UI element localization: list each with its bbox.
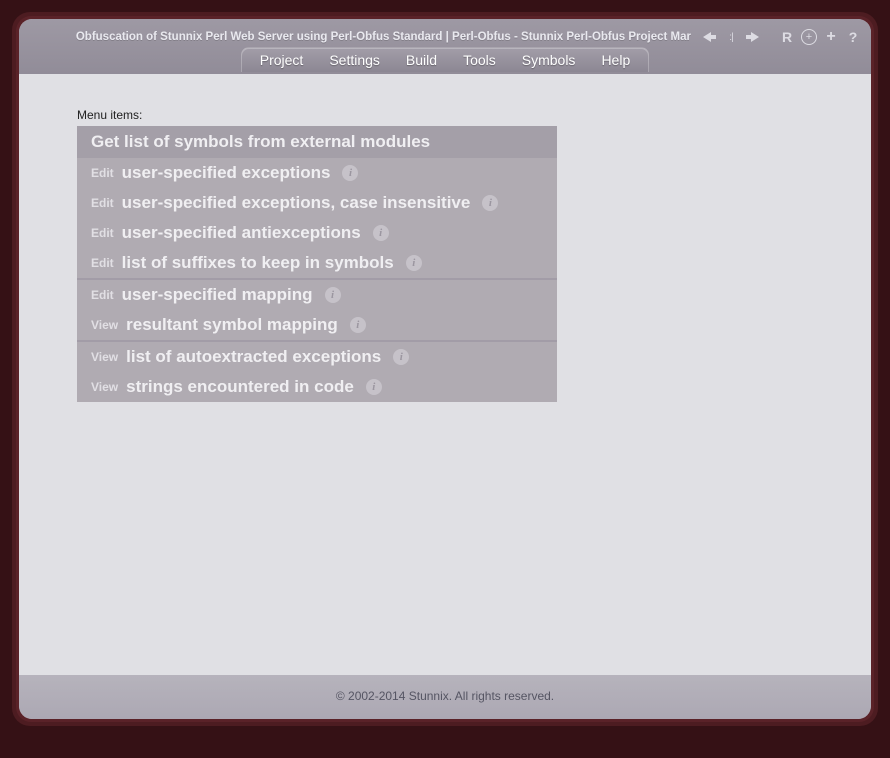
info-icon[interactable]: i <box>373 225 389 241</box>
item-edit-exceptions[interactable]: Edit user-specified exceptions i <box>77 158 557 188</box>
prefix: View <box>91 380 118 394</box>
info-icon[interactable]: i <box>366 379 382 395</box>
menu-build[interactable]: Build <box>406 52 437 68</box>
footer-text: © 2002-2014 Stunnix. All rights reserved… <box>336 689 554 703</box>
item-view-autoextracted[interactable]: View list of autoextracted exceptions i <box>77 342 557 372</box>
prefix: Edit <box>91 256 114 270</box>
prefix: Edit <box>91 288 114 302</box>
prefix: View <box>91 350 118 364</box>
menubar: Project Settings Build Tools Symbols Hel… <box>29 47 861 72</box>
menu-help[interactable]: Help <box>601 52 630 68</box>
prefix: Edit <box>91 166 114 180</box>
header-get-symbols[interactable]: Get list of symbols from external module… <box>77 126 557 158</box>
item-view-strings[interactable]: View strings encountered in code i <box>77 372 557 402</box>
info-icon[interactable]: i <box>342 165 358 181</box>
menu-project[interactable]: Project <box>260 52 304 68</box>
section-label: Menu items: <box>77 108 871 122</box>
page-title: Obfuscation of Stunnix Perl Web Server u… <box>76 31 691 43</box>
window-mid-frame: Obfuscation of Stunnix Perl Web Server u… <box>16 16 874 722</box>
info-icon[interactable]: i <box>350 317 366 333</box>
prefix: View <box>91 318 118 332</box>
item-label: user-specified antiexceptions <box>122 223 361 243</box>
window-outer-frame: Obfuscation of Stunnix Perl Web Server u… <box>12 12 878 726</box>
prefix: Edit <box>91 226 114 240</box>
prefix: Edit <box>91 196 114 210</box>
info-icon[interactable]: i <box>482 195 498 211</box>
history-icon[interactable]: :| <box>723 29 739 45</box>
help-icon[interactable]: ? <box>845 29 861 45</box>
info-icon[interactable]: i <box>393 349 409 365</box>
menu-symbols[interactable]: Symbols <box>522 52 576 68</box>
item-label: user-specified exceptions, case insensit… <box>122 193 471 213</box>
item-edit-suffixes[interactable]: Edit list of suffixes to keep in symbols… <box>77 248 557 278</box>
item-edit-mapping[interactable]: Edit user-specified mapping i <box>77 280 557 310</box>
menubar-inner: Project Settings Build Tools Symbols Hel… <box>241 47 649 72</box>
header-label: Get list of symbols from external module… <box>91 132 430 151</box>
item-edit-exceptions-ci[interactable]: Edit user-specified exceptions, case ins… <box>77 188 557 218</box>
title-row: Obfuscation of Stunnix Perl Web Server u… <box>29 25 861 47</box>
content-area: Menu items: Get list of symbols from ext… <box>19 74 871 675</box>
app-window: Obfuscation of Stunnix Perl Web Server u… <box>19 19 871 719</box>
menu-tools[interactable]: Tools <box>463 52 496 68</box>
item-view-resultant-mapping[interactable]: View resultant symbol mapping i <box>77 310 557 340</box>
menu-settings[interactable]: Settings <box>329 52 380 68</box>
info-icon[interactable]: i <box>406 255 422 271</box>
item-edit-antiexceptions[interactable]: Edit user-specified antiexceptions i <box>77 218 557 248</box>
menu-items-box: Get list of symbols from external module… <box>77 126 557 402</box>
reload-icon[interactable]: R <box>779 29 795 45</box>
item-label: user-specified exceptions <box>122 163 331 183</box>
item-label: strings encountered in code <box>126 377 354 397</box>
header-bar: Obfuscation of Stunnix Perl Web Server u… <box>19 19 871 74</box>
info-icon[interactable]: i <box>325 287 341 303</box>
item-label: resultant symbol mapping <box>126 315 338 335</box>
add-icon[interactable]: + <box>823 29 839 45</box>
back-arrow-icon[interactable] <box>701 29 717 45</box>
zoom-in-icon[interactable]: + <box>801 29 817 45</box>
footer: © 2002-2014 Stunnix. All rights reserved… <box>19 675 871 719</box>
item-label: list of autoextracted exceptions <box>126 347 381 367</box>
item-label: user-specified mapping <box>122 285 313 305</box>
forward-arrow-icon[interactable] <box>745 29 761 45</box>
item-label: list of suffixes to keep in symbols <box>122 253 394 273</box>
